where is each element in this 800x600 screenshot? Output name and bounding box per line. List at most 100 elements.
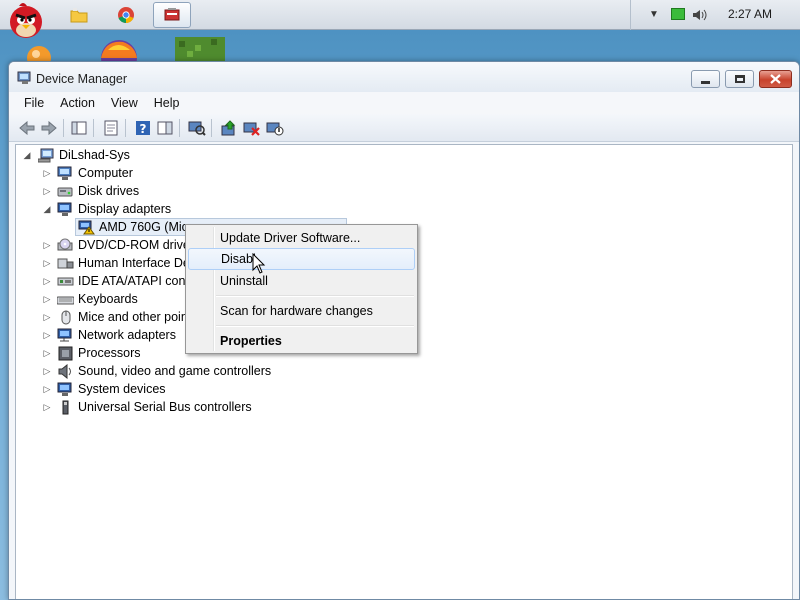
tree-item-keyboards[interactable]: Keyboards <box>57 290 138 308</box>
menu-item-label: Disabl <box>221 252 256 266</box>
menu-action[interactable]: Action <box>52 96 103 110</box>
minimize-icon <box>701 80 710 84</box>
context-menu: Update Driver Software... Disabl Uninsta… <box>185 224 418 354</box>
expand-icon[interactable]: ▷ <box>42 402 52 413</box>
menu-file[interactable]: File <box>16 96 52 110</box>
expand-icon[interactable]: ▷ <box>42 366 52 377</box>
disable-menu-item[interactable]: Disabl <box>188 248 415 270</box>
back-button[interactable] <box>17 118 37 138</box>
disable-toolbar-button[interactable] <box>265 118 285 138</box>
expand-icon[interactable]: ▷ <box>42 384 52 395</box>
volume-icon[interactable] <box>691 7 707 23</box>
uninstall-menu-item[interactable]: Uninstall <box>188 270 415 292</box>
tree-item-usb-controllers[interactable]: Universal Serial Bus controllers <box>57 398 252 416</box>
display-adapter-warning-icon <box>78 220 95 234</box>
expand-icon[interactable]: ▷ <box>42 186 52 197</box>
tree-item-label: Universal Serial Bus controllers <box>78 400 252 414</box>
expand-icon[interactable]: ▷ <box>42 240 52 251</box>
scan-hardware-icon <box>188 121 206 136</box>
tree-item-network-adapters[interactable]: Network adapters <box>57 326 176 344</box>
uninstall-icon <box>243 122 260 136</box>
tree-item-label: DVD/CD-ROM drives <box>78 238 197 252</box>
tree-item-label: Display adapters <box>78 202 172 216</box>
dvd-drive-icon <box>57 238 73 250</box>
tree-item-disk-drives[interactable]: Disk drives <box>57 182 139 200</box>
chrome-icon <box>118 7 134 24</box>
processor-icon <box>58 346 73 360</box>
properties-toolbar-button[interactable] <box>101 118 121 138</box>
expand-icon[interactable]: ▷ <box>42 348 52 359</box>
tray-expand-icon[interactable]: ▼ <box>649 9 659 20</box>
view-pane-icon <box>157 121 173 135</box>
tree-item-label: Computer <box>78 166 133 180</box>
menu-help[interactable]: Help <box>146 96 188 110</box>
disable-device-icon <box>266 122 284 136</box>
tree-item-display-adapters[interactable]: Display adapters <box>57 200 171 218</box>
tree-item-label: Processors <box>78 346 141 360</box>
collapse-icon[interactable]: ◢ <box>42 204 52 215</box>
tree-item-ide-controllers[interactable]: IDE ATA/ATAPI cont <box>57 272 189 290</box>
close-button[interactable] <box>759 70 792 88</box>
properties-icon <box>104 120 118 136</box>
task-device-manager-button[interactable] <box>153 2 191 28</box>
scan-hardware-menu-item[interactable]: Scan for hardware changes <box>188 300 415 322</box>
tree-item-dvd-drives[interactable]: DVD/CD-ROM drives <box>57 236 196 254</box>
expand-icon[interactable]: ▷ <box>42 312 52 323</box>
minecraft-icon[interactable] <box>175 37 225 63</box>
expand-icon[interactable]: ▷ <box>42 168 52 179</box>
close-icon <box>770 74 781 84</box>
tree-item-label: Disk drives <box>78 184 140 198</box>
update-driver-menu-item[interactable]: Update Driver Software... <box>188 227 415 249</box>
display-adapter-icon <box>57 202 72 216</box>
task-explorer-button[interactable] <box>60 2 98 28</box>
menu-item-label: Scan for hardware changes <box>220 304 373 318</box>
tree-item-sound[interactable]: Sound, video and game controllers <box>57 362 271 380</box>
expand-icon[interactable]: ▷ <box>42 294 52 305</box>
view-toolbar-button[interactable] <box>155 118 175 138</box>
expand-icon[interactable]: ▷ <box>42 258 52 269</box>
title-bar[interactable]: Device Manager <box>9 62 799 92</box>
help-toolbar-button[interactable]: ? <box>133 118 153 138</box>
scan-toolbar-button[interactable] <box>187 118 207 138</box>
tree-item-mice[interactable]: Mice and other point <box>57 308 191 326</box>
clock[interactable]: 2:27 AM <box>728 7 772 21</box>
sound-icon <box>58 363 71 379</box>
uninstall-toolbar-button[interactable] <box>242 118 262 138</box>
window-title: Device Manager <box>36 72 128 86</box>
tree-item-label: Keyboards <box>78 292 138 306</box>
tree-item-processors[interactable]: Processors <box>57 344 141 362</box>
help-icon: ? <box>136 121 150 136</box>
tree-item-system-devices[interactable]: System devices <box>57 380 166 398</box>
task-chrome-button[interactable] <box>107 2 145 28</box>
battery-icon[interactable] <box>671 8 685 20</box>
mouse-icon <box>61 310 71 324</box>
expand-icon[interactable]: ▷ <box>42 330 52 341</box>
hid-icon <box>57 258 74 268</box>
maximize-button[interactable] <box>725 70 754 88</box>
show-hide-console-tree-button[interactable] <box>69 118 89 138</box>
ide-controller-icon <box>57 277 74 285</box>
minimize-button[interactable] <box>691 70 720 88</box>
network-adapter-icon <box>57 328 72 341</box>
maximize-icon <box>734 75 745 83</box>
tree-item-hid[interactable]: Human Interface Dev <box>57 254 196 272</box>
properties-menu-item[interactable]: Properties <box>188 330 415 352</box>
menu-separator <box>216 295 414 297</box>
forward-button[interactable] <box>39 118 59 138</box>
menu-bar: File Action View Help <box>9 92 799 114</box>
menu-separator <box>216 325 414 327</box>
collapse-root-icon[interactable]: ◢ <box>22 150 32 161</box>
menu-view[interactable]: View <box>103 96 146 110</box>
console-tree-icon <box>71 121 87 135</box>
update-driver-toolbar-button[interactable] <box>219 118 239 138</box>
svg-text:?: ? <box>140 122 147 136</box>
expand-icon[interactable]: ▷ <box>42 276 52 287</box>
tree-item-label: Mice and other point <box>78 310 192 324</box>
system-devices-icon <box>57 382 72 396</box>
usb-icon <box>62 400 69 414</box>
angry-birds-icon[interactable] <box>5 0 47 40</box>
disk-drive-icon <box>57 187 73 196</box>
computer-icon <box>57 166 72 180</box>
tree-root[interactable]: DiLshad-Sys <box>38 146 130 164</box>
tree-item-computer[interactable]: Computer <box>57 164 133 182</box>
